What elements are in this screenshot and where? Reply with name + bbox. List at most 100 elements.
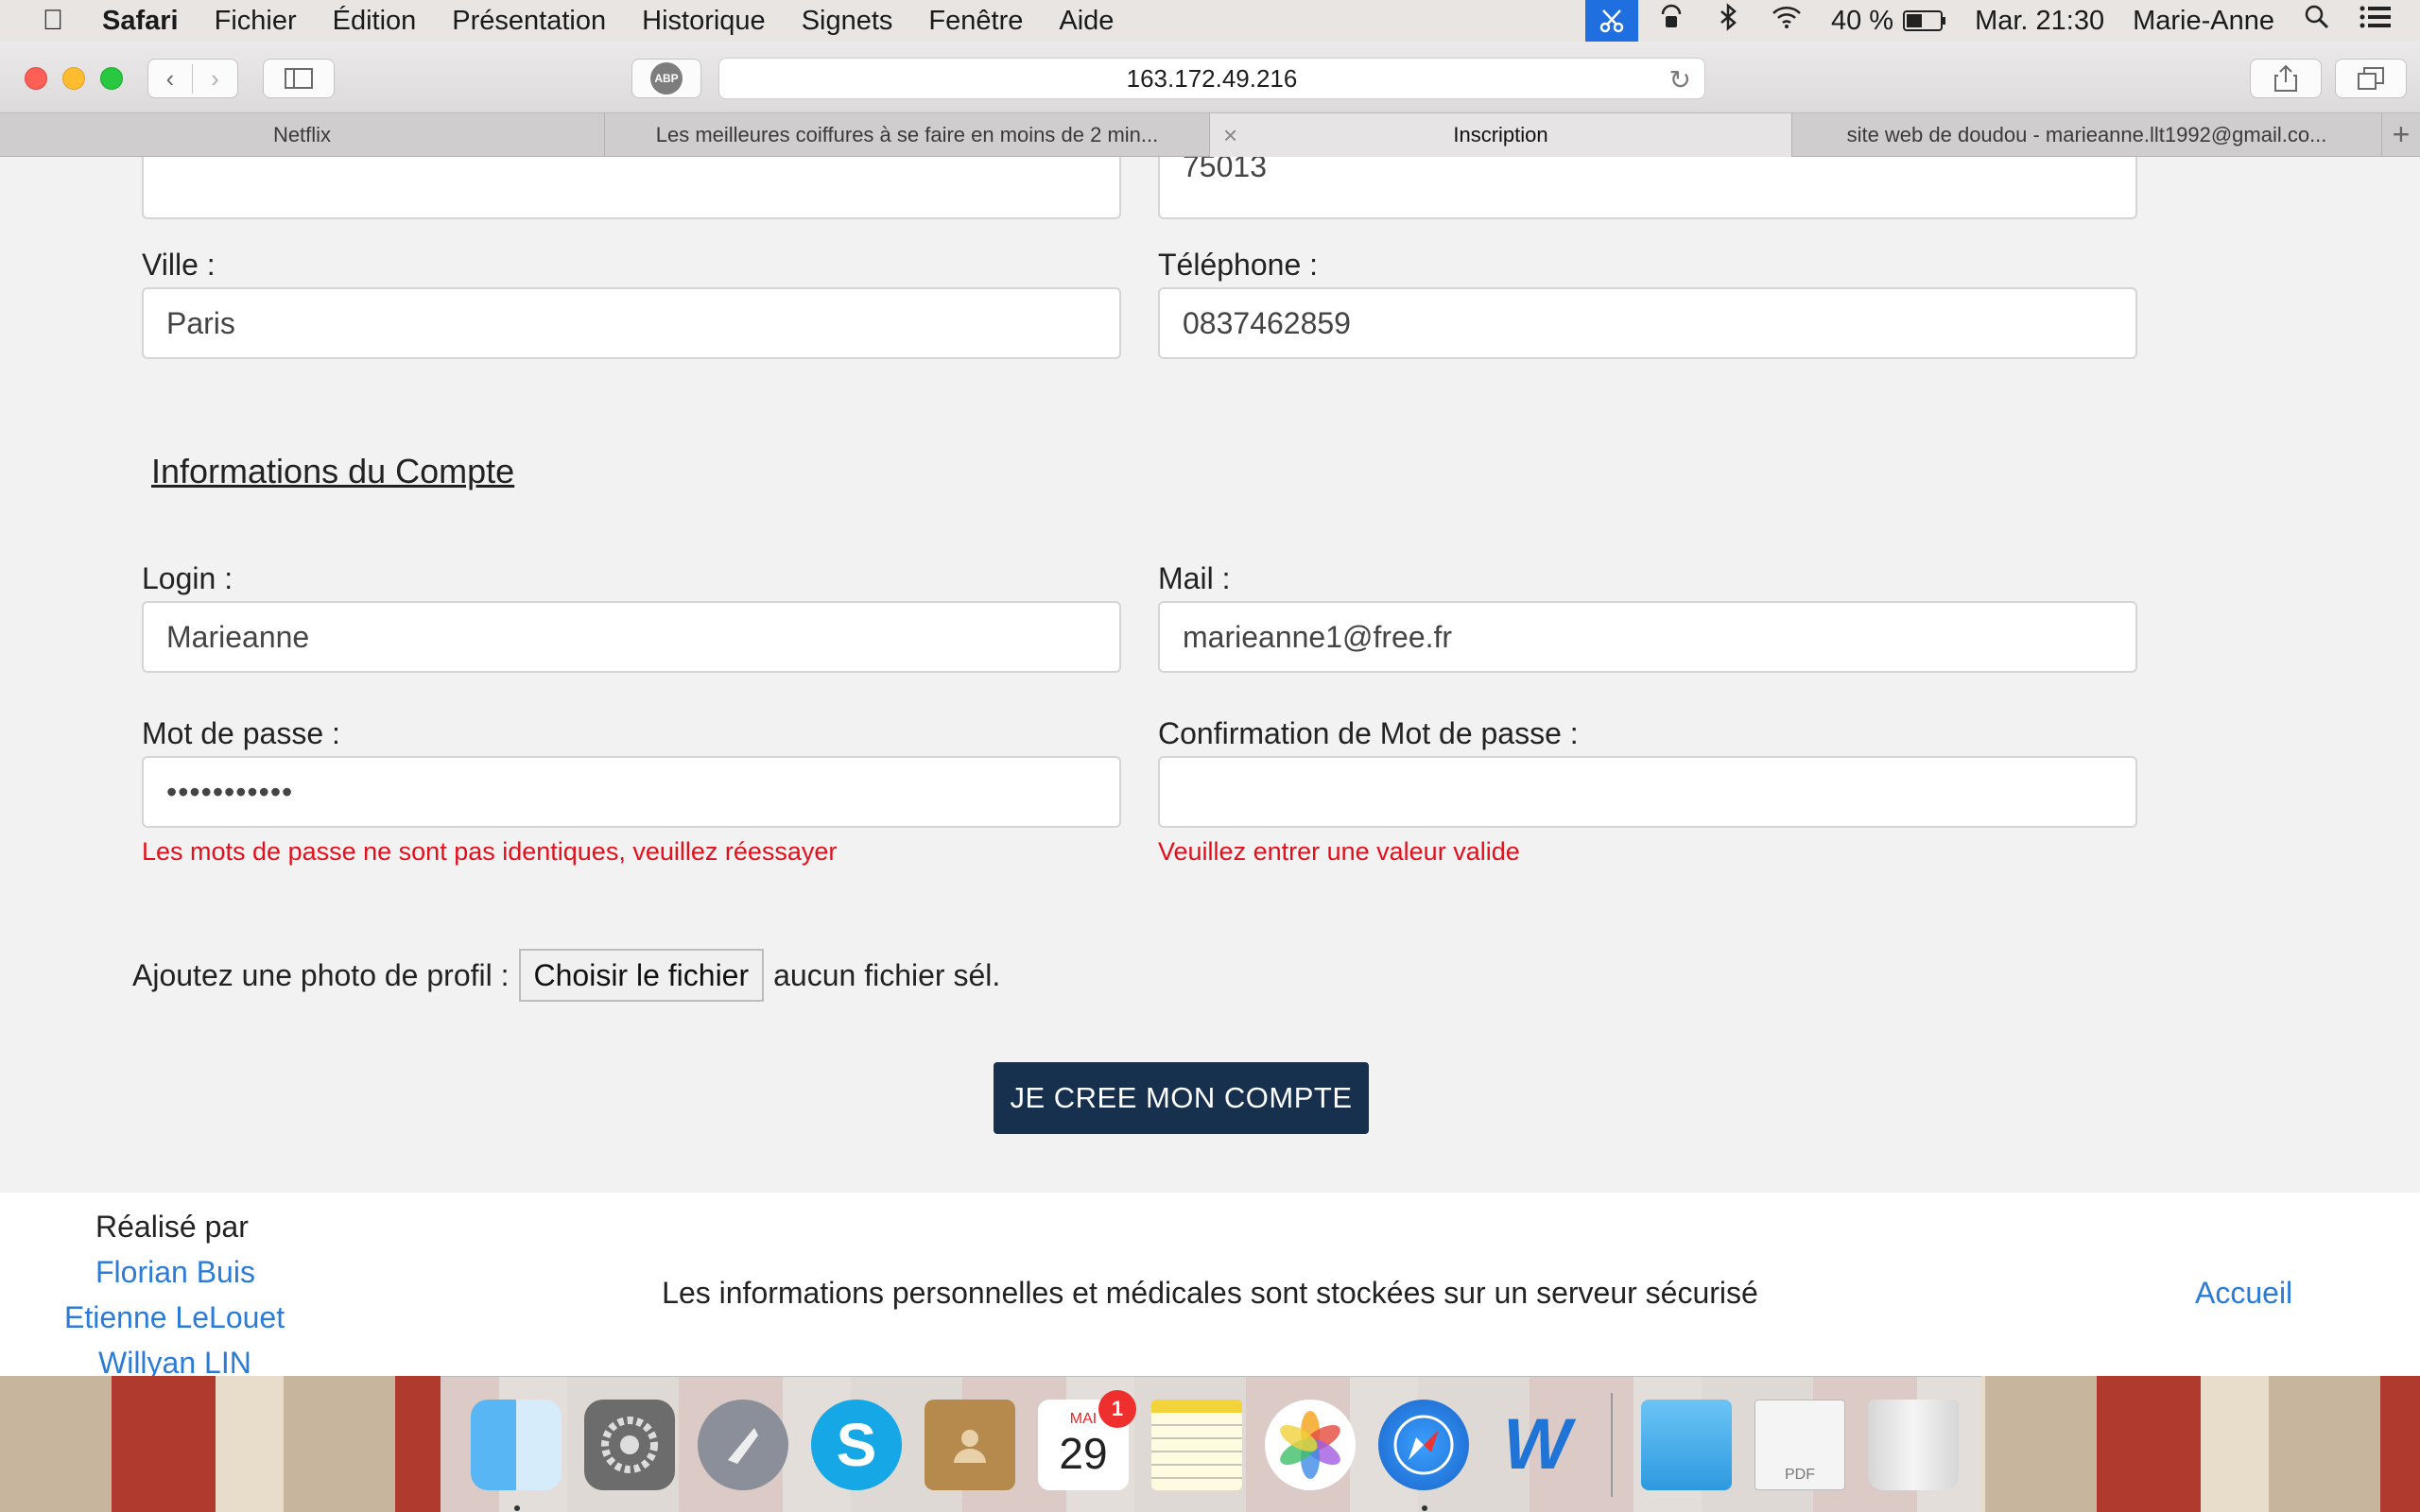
home-link[interactable]: Accueil: [2195, 1276, 2292, 1311]
phone-label: Téléphone :: [1158, 248, 1319, 282]
menu-app-name[interactable]: Safari: [102, 6, 179, 37]
back-forward-buttons: ‹ ›: [147, 59, 238, 98]
tab-label: site web de doudou - marieanne.llt1992@g…: [1846, 123, 2327, 146]
calendar-badge: 1: [1098, 1389, 1136, 1428]
confirm-password-label: Confirmation de Mot de passe :: [1158, 716, 1579, 750]
battery-percent: 40 %: [1830, 5, 1894, 36]
word-icon[interactable]: W: [1492, 1400, 1582, 1490]
bluetooth-icon[interactable]: [1714, 3, 1742, 39]
running-indicator: [514, 1504, 520, 1511]
tab-label: Netflix: [272, 123, 332, 146]
new-tab-icon[interactable]: +: [2382, 113, 2420, 156]
wifi-icon[interactable]: [1771, 3, 1803, 39]
choose-file-button[interactable]: Choisir le fichier: [518, 949, 765, 1002]
confirm-password-field[interactable]: [1158, 756, 2137, 828]
reload-icon[interactable]: ↻: [1669, 64, 1691, 95]
finder-icon[interactable]: [471, 1399, 562, 1511]
section-title: Informations du Compte: [151, 452, 515, 490]
sidebar-icon: [285, 68, 313, 89]
running-indicator: [1422, 1504, 1427, 1511]
footer: Réalisé par Florian Buis Etienne LeLouet…: [0, 1193, 2420, 1376]
credit-label: Réalisé par: [95, 1210, 249, 1244]
menu-clock[interactable]: Mar. 21:30: [1975, 6, 2104, 37]
phone-field[interactable]: 0837462859: [1158, 287, 2137, 359]
file-status: aucun fichier sél.: [773, 957, 1001, 992]
system-preferences-icon[interactable]: [584, 1399, 675, 1490]
postal-code-value: 75013: [1183, 157, 1267, 183]
calendar-month: MAI: [1069, 1410, 1098, 1427]
page-content: 75013 Ville : Paris Téléphone : 08374628…: [0, 157, 2420, 1376]
close-tab-icon[interactable]: ×: [1223, 121, 1237, 150]
sidebar-toggle-button[interactable]: [263, 59, 335, 98]
close-window-button[interactable]: [25, 67, 47, 90]
mail-field[interactable]: marieanne1@free.fr: [1158, 601, 2137, 673]
pdf-label: PDF: [1785, 1466, 1815, 1483]
forward-arrow-icon[interactable]: ›: [193, 64, 237, 94]
tab-site-doudou[interactable]: site web de doudou - marieanne.llt1992@g…: [1792, 113, 2382, 157]
photo-label: Ajoutez une photo de profil :: [132, 957, 510, 992]
login-field[interactable]: Marieanne: [142, 601, 1121, 673]
contacts-icon[interactable]: [925, 1399, 1015, 1490]
calendar-day: 29: [1059, 1428, 1108, 1478]
notification-center-icon[interactable]: [2360, 4, 2392, 38]
trash-icon[interactable]: [1868, 1399, 1959, 1490]
spotlight-search-icon[interactable]: [2303, 3, 2331, 39]
skype-icon[interactable]: S: [811, 1399, 902, 1490]
author-link-willyan[interactable]: Willyan LIN: [98, 1346, 251, 1376]
tab-label: Les meilleures coiffures à se faire en m…: [655, 123, 1159, 146]
address-field[interactable]: [142, 157, 1121, 219]
tab-inscription[interactable]: × Inscription: [1210, 113, 1792, 157]
menu-presentation[interactable]: Présentation: [452, 6, 606, 37]
city-label: Ville :: [142, 248, 216, 282]
menu-edition[interactable]: Édition: [333, 6, 417, 37]
menu-signets[interactable]: Signets: [802, 6, 893, 37]
tab-bar: Netflix Les meilleures coiffures à se fa…: [0, 113, 2420, 157]
password-label: Mot de passe :: [142, 716, 340, 750]
apple-icon[interactable]: : [25, 5, 81, 37]
fullscreen-window-button[interactable]: [100, 67, 123, 90]
back-arrow-icon[interactable]: ‹: [148, 63, 194, 94]
battery-indicator[interactable]: 40 %: [1831, 6, 1946, 37]
menu-fichier[interactable]: Fichier: [215, 6, 297, 37]
menu-aide[interactable]: Aide: [1059, 6, 1114, 37]
safari-icon[interactable]: [1378, 1399, 1469, 1511]
url-text: 163.172.49.216: [1126, 63, 1298, 93]
scissors-icon[interactable]: [1584, 0, 1638, 42]
create-account-button[interactable]: JE CREE MON COMPTE: [994, 1062, 1369, 1134]
login-label: Login :: [142, 561, 233, 595]
tab-coiffures[interactable]: Les meilleures coiffures à se faire en m…: [605, 113, 1210, 157]
minimize-window-button[interactable]: [62, 67, 85, 90]
dock: S MAI 29 1 W PDF: [441, 1376, 1981, 1512]
notes-icon[interactable]: [1151, 1399, 1242, 1490]
tabs-overview-icon: [2358, 67, 2384, 90]
show-tabs-button[interactable]: [2335, 59, 2407, 98]
confirm-password-error: Veuillez entrer une valeur valide: [1158, 837, 1520, 866]
launchpad-icon[interactable]: [698, 1399, 788, 1490]
share-button[interactable]: [2250, 59, 2322, 98]
airdrop-lock-icon[interactable]: [1657, 3, 1685, 39]
menu-historique[interactable]: Historique: [642, 6, 766, 37]
folder-icon[interactable]: [1641, 1399, 1732, 1490]
browser-toolbar: ‹ › ABP 163.172.49.216 ↻: [0, 42, 2420, 113]
mail-label: Mail :: [1158, 561, 1231, 595]
share-icon: [2274, 64, 2297, 92]
postal-code-field[interactable]: 75013: [1158, 157, 2137, 219]
calendar-icon[interactable]: MAI 29 1: [1038, 1389, 1136, 1490]
menu-bar:  Safari Fichier Édition Présentation Hi…: [0, 0, 2420, 42]
battery-icon: [1903, 10, 1946, 31]
password-error: Les mots de passe ne sont pas identiques…: [142, 837, 838, 866]
tab-label: Inscription: [1453, 123, 1548, 146]
adblock-button[interactable]: ABP: [631, 59, 701, 98]
menu-user[interactable]: Marie-Anne: [2133, 6, 2274, 37]
security-notice: Les informations personnelles et médical…: [662, 1276, 1758, 1310]
adblock-icon: ABP: [650, 62, 683, 94]
menu-fenetre[interactable]: Fenêtre: [928, 6, 1023, 37]
dock-separator: [1611, 1392, 1613, 1497]
tab-netflix[interactable]: Netflix: [0, 113, 605, 157]
photos-icon[interactable]: [1265, 1399, 1356, 1490]
pdf-document-icon[interactable]: PDF: [1754, 1399, 1845, 1490]
photo-upload-row: Ajoutez une photo de profil : Choisir le…: [132, 949, 1000, 1002]
url-bar[interactable]: 163.172.49.216 ↻: [718, 58, 1705, 99]
password-field[interactable]: •••••••••••: [142, 756, 1121, 828]
city-field[interactable]: Paris: [142, 287, 1121, 359]
